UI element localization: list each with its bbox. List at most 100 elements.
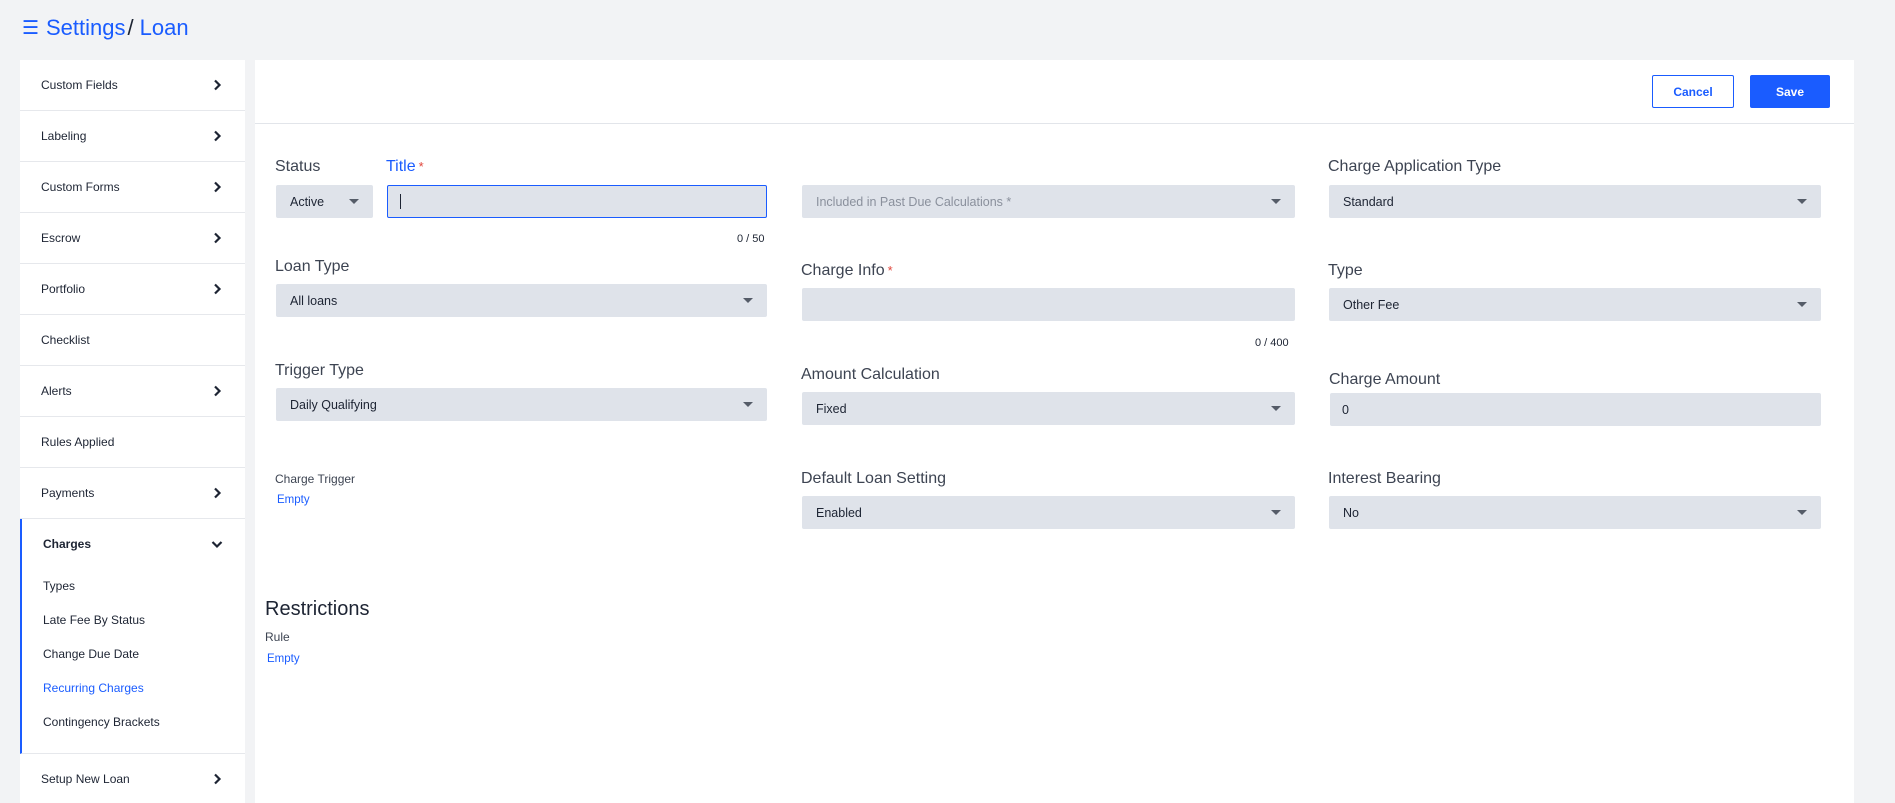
sidebar-item-label: Checklist [41, 333, 90, 347]
loan-type-value: All loans [290, 293, 338, 308]
charge-info-label: Charge Info * [801, 262, 893, 280]
type-select[interactable]: Other Fee [1329, 288, 1821, 321]
sidebar-item-label: Portfolio [41, 282, 86, 296]
amount-calculation-value: Fixed [816, 401, 847, 416]
required-asterisk: * [418, 159, 424, 174]
chevron-right-icon [214, 283, 222, 295]
loan-type-select[interactable]: All loans [276, 284, 767, 317]
past-due-calculations-select[interactable]: Included in Past Due Calculations * [802, 185, 1295, 218]
charge-info-label-text: Charge Info [801, 262, 885, 279]
rule-empty-link[interactable]: Empty [267, 653, 300, 665]
charge-application-type-value: Standard [1343, 194, 1394, 209]
sidebar-item-label: Custom Fields [41, 78, 118, 92]
chevron-right-icon [214, 130, 222, 142]
sidebar-item-label: Alerts [41, 384, 72, 398]
charge-amount-input[interactable]: 0 [1330, 393, 1821, 426]
chevron-right-icon [214, 385, 222, 397]
interest-bearing-select[interactable]: No [1329, 496, 1821, 529]
sidebar-item-checklist[interactable]: Checklist [20, 315, 245, 366]
chevron-right-icon [214, 79, 222, 91]
charge-info-char-counter: 0 / 400 [1255, 337, 1289, 349]
breadcrumb-settings[interactable]: Settings [46, 15, 126, 41]
type-label: Type [1328, 262, 1363, 279]
trigger-type-label: Trigger Type [275, 362, 364, 379]
status-label: Status [275, 158, 321, 175]
breadcrumb-loan[interactable]: Loan [140, 15, 189, 41]
sidebar-item-label: Charges [43, 537, 92, 551]
cancel-button[interactable]: Cancel [1652, 75, 1734, 108]
charge-amount-value: 0 [1342, 402, 1349, 417]
chevron-right-icon [214, 181, 222, 193]
status-value: Active [290, 194, 325, 209]
sidebar-item-custom-fields[interactable]: Custom Fields [20, 60, 245, 111]
past-due-placeholder: Included in Past Due Calculations * [816, 194, 1012, 209]
chevron-right-icon [214, 232, 222, 244]
amount-calculation-select[interactable]: Fixed [802, 392, 1295, 425]
caret-down-icon [1797, 302, 1807, 307]
status-select[interactable]: Active [276, 185, 373, 218]
sidebar-subitem-recurring-charges[interactable]: Recurring Charges [22, 671, 245, 705]
caret-down-icon [1797, 510, 1807, 515]
title-char-counter: 0 / 50 [737, 233, 765, 245]
sidebar-item-portfolio[interactable]: Portfolio [20, 264, 245, 315]
sidebar-item-label: Setup New Loan [41, 772, 130, 786]
sidebar-item-payments[interactable]: Payments [20, 468, 245, 519]
interest-bearing-label: Interest Bearing [1328, 470, 1441, 487]
sidebar-item-label: Custom Forms [41, 180, 120, 194]
sidebar-item-labeling[interactable]: Labeling [20, 111, 245, 162]
sidebar-subitem-types[interactable]: Types [22, 569, 245, 603]
sidebar-item-rules-applied[interactable]: Rules Applied [20, 417, 245, 468]
required-asterisk: * [887, 263, 893, 278]
sidebar-item-label: Payments [41, 486, 95, 500]
sidebar-subitem-contingency-brackets[interactable]: Contingency Brackets [22, 705, 245, 739]
interest-bearing-value: No [1343, 505, 1359, 520]
default-loan-setting-select[interactable]: Enabled [802, 496, 1295, 529]
save-button[interactable]: Save [1750, 75, 1830, 108]
sidebar-item-custom-forms[interactable]: Custom Forms [20, 162, 245, 213]
type-value: Other Fee [1343, 297, 1400, 312]
sidebar-item-escrow[interactable]: Escrow [20, 213, 245, 264]
settings-sidebar: Custom Fields Labeling Custom Forms Escr… [20, 60, 245, 803]
loan-type-label: Loan Type [275, 258, 350, 275]
text-cursor [400, 194, 401, 209]
chevron-right-icon [214, 773, 222, 785]
caret-down-icon [743, 298, 753, 303]
caret-down-icon [349, 199, 359, 204]
page-header: ☰ Settings / Loan [22, 12, 189, 44]
title-label-text: Title [386, 158, 416, 175]
sidebar-item-setup-new-loan[interactable]: Setup New Loan [20, 754, 245, 803]
sidebar-item-label: Labeling [41, 129, 87, 143]
caret-down-icon [1797, 199, 1807, 204]
charge-trigger-label: Charge Trigger [275, 472, 356, 486]
breadcrumb-separator: / [127, 15, 134, 40]
caret-down-icon [1271, 199, 1281, 204]
rule-label: Rule [265, 630, 290, 644]
default-loan-setting-label: Default Loan Setting [801, 470, 946, 487]
hamburger-menu-icon[interactable]: ☰ [22, 19, 42, 38]
sidebar-group-charges: Charges Types Late Fee By Status Change … [20, 519, 245, 754]
trigger-type-select[interactable]: Daily Qualifying [276, 388, 767, 421]
sidebar-item-alerts[interactable]: Alerts [20, 366, 245, 417]
amount-calculation-label: Amount Calculation [801, 366, 940, 383]
form-toolbar: Cancel Save [255, 60, 1854, 124]
sidebar-subitem-change-due-date[interactable]: Change Due Date [22, 637, 245, 671]
sidebar-item-label: Rules Applied [41, 435, 115, 449]
charge-application-type-label: Charge Application Type [1328, 158, 1502, 175]
sidebar-subitem-late-fee-by-status[interactable]: Late Fee By Status [22, 603, 245, 637]
title-label: Title * [386, 158, 424, 176]
charge-application-type-select[interactable]: Standard [1329, 185, 1821, 218]
default-loan-setting-value: Enabled [816, 505, 862, 520]
caret-down-icon [1271, 406, 1281, 411]
charge-info-input[interactable] [802, 288, 1295, 321]
title-input[interactable] [387, 185, 767, 218]
restrictions-heading: Restrictions [265, 598, 370, 620]
chevron-down-icon [211, 541, 223, 549]
chevron-right-icon [214, 487, 222, 499]
sidebar-item-charges[interactable]: Charges [22, 519, 245, 569]
caret-down-icon [743, 402, 753, 407]
main-panel: Cancel Save Status Active Title * 0 / 50 … [255, 60, 1854, 803]
caret-down-icon [1271, 510, 1281, 515]
charge-trigger-empty-link[interactable]: Empty [277, 494, 310, 506]
trigger-type-value: Daily Qualifying [290, 397, 377, 412]
sidebar-item-label: Escrow [41, 231, 81, 245]
